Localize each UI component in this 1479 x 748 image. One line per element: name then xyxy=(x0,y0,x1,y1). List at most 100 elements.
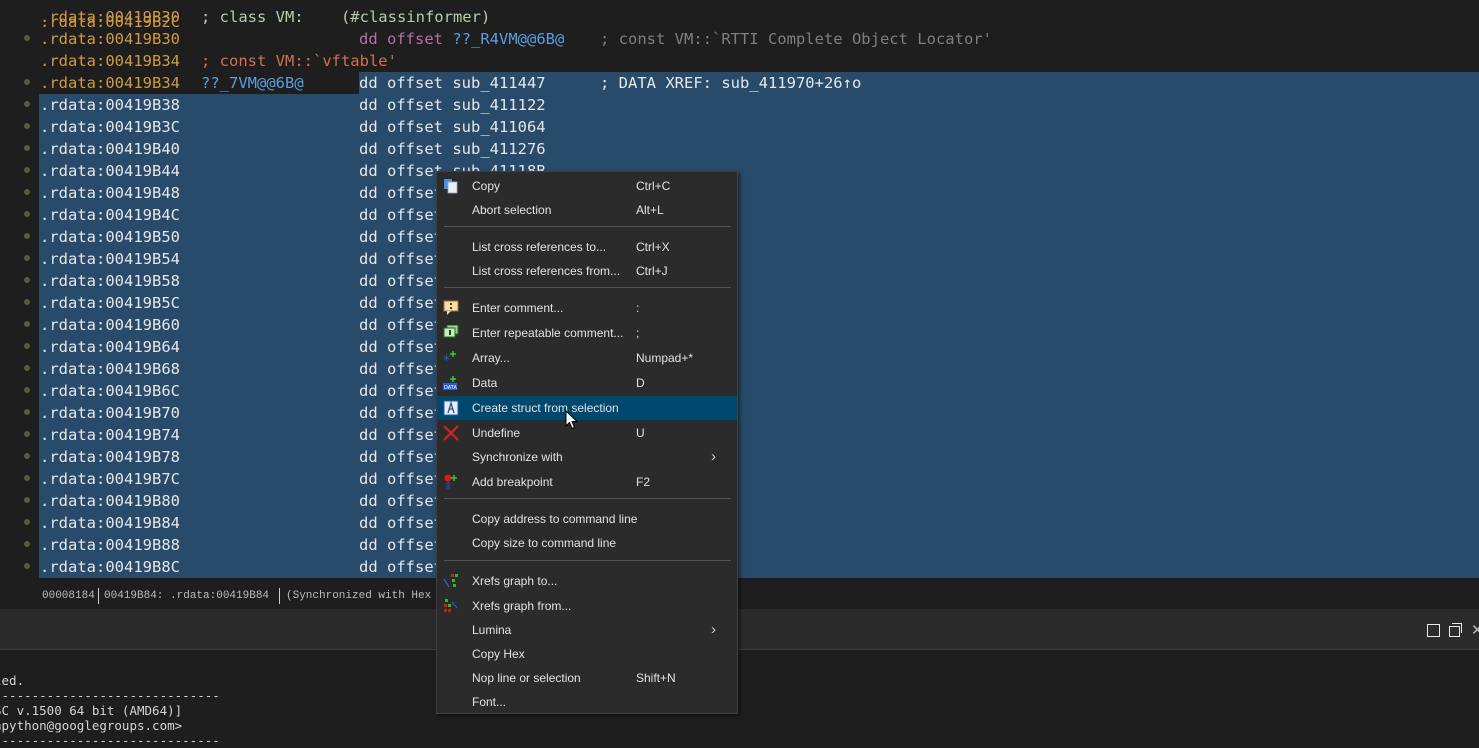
instruction[interactable]: dd offset xyxy=(359,424,443,446)
instruction[interactable]: dd offset sub_411122 xyxy=(359,94,546,116)
instruction[interactable]: dd offset xyxy=(359,534,443,556)
address: .rdata:00419B78 xyxy=(40,448,180,466)
disasm-line[interactable]: .rdata:00419B4C dd offset xyxy=(0,204,1479,226)
instruction[interactable]: dd offset xyxy=(359,468,443,490)
disasm-line[interactable]: .rdata:00419B48 dd offset xyxy=(0,182,1479,204)
instruction[interactable]: dd offset xyxy=(359,204,443,226)
menu-item-data[interactable]: DATA Data D xyxy=(437,371,737,395)
instruction[interactable]: dd offset xyxy=(359,380,443,402)
menu-item-label: Copy xyxy=(472,179,501,193)
instruction[interactable]: dd offset xyxy=(359,358,443,380)
close-icon[interactable]: ✕ xyxy=(1471,621,1479,639)
instruction[interactable]: dd offset xyxy=(359,314,443,336)
disasm-line[interactable]: .rdata:00419B60 dd offset xyxy=(0,314,1479,336)
svg-text:DATA: DATA xyxy=(444,385,457,391)
disasm-line[interactable]: .rdata:00419B34 ; const VM::`vftable' xyxy=(0,50,1479,72)
current-address: 00419B84: .rdata:00419B84 xyxy=(104,590,270,602)
status-separator xyxy=(279,588,280,604)
float-icon[interactable] xyxy=(1449,623,1462,637)
address: .rdata:00419B8C xyxy=(40,558,180,576)
menu-item-label: Nop line or selection xyxy=(472,671,581,685)
disasm-line[interactable]: .rdata:00419B84 dd offset xyxy=(0,512,1479,534)
disasm-line[interactable]: .rdata:00419B78 dd offset xyxy=(0,446,1479,468)
maximize-icon[interactable] xyxy=(1427,624,1440,637)
label[interactable]: ; class VM: (#classinformer) xyxy=(201,6,490,28)
disasm-line[interactable]: .rdata:00419B50 dd offset xyxy=(0,226,1479,248)
menu-item-font[interactable]: Font... xyxy=(437,690,737,714)
instruction[interactable]: dd offset xyxy=(359,556,443,578)
disasm-line[interactable]: .rdata:00419B8C dd offset xyxy=(0,556,1479,578)
menu-item-copy-size-to-command-line[interactable]: Copy size to command line xyxy=(437,531,737,555)
disasm-line[interactable]: .rdata:00419B44dd offset sub_41118B xyxy=(0,160,1479,182)
disasm-line[interactable]: .rdata:00419B30 ; class VM: (#classinform… xyxy=(0,6,1479,28)
menu-item-lumina[interactable]: Lumina › xyxy=(437,618,737,642)
instruction[interactable]: dd offset xyxy=(359,248,443,270)
menu-item-list-cross-references-to[interactable]: List cross references to... Ctrl+X xyxy=(437,235,737,259)
disasm-line[interactable]: .rdata:00419B6C dd offset xyxy=(0,380,1479,402)
menu-item-copy-address-to-command-line[interactable]: Copy address to command line xyxy=(437,507,737,531)
instruction[interactable]: dd offset xyxy=(359,270,443,292)
address: .rdata:00419B30 xyxy=(40,30,180,48)
label[interactable]: ; const VM::`vftable' xyxy=(201,50,397,72)
label[interactable]: ??_7VM@@6B@ xyxy=(201,72,304,94)
menu-item-shortcut: ; xyxy=(636,326,640,340)
instruction[interactable]: dd offset xyxy=(359,292,443,314)
output-window[interactable]: led. ------------------------------ SC v… xyxy=(0,650,1479,748)
menu-item-xrefs-graph-from[interactable]: Xrefs graph from... xyxy=(437,594,737,618)
menu-item-list-cross-references-from[interactable]: List cross references from... Ctrl+J xyxy=(437,259,737,283)
disasm-line[interactable]: .rdata:00419B88 dd offset xyxy=(0,534,1479,556)
menu-item-label: Lumina xyxy=(472,623,512,637)
menu-item-shortcut: Ctrl+J xyxy=(636,264,668,278)
selection-highlight xyxy=(39,270,1479,292)
disasm-line[interactable]: .rdata:00419B38 dd offset sub_411122 xyxy=(0,94,1479,116)
instruction[interactable]: dd offset xyxy=(359,490,443,512)
line-bullet-icon xyxy=(24,453,30,459)
instruction[interactable]: dd offset xyxy=(359,226,443,248)
menu-item-nop-line-or-selection[interactable]: Nop line or selection Shift+N xyxy=(437,666,737,690)
chevron-right-icon: › xyxy=(711,448,716,465)
instruction[interactable]: dd offset sub_411064 xyxy=(359,116,546,138)
menu-item-abort-selection[interactable]: Abort selection Alt+L xyxy=(437,198,737,222)
disasm-line[interactable]: .rdata:00419B54 dd offset xyxy=(0,248,1479,270)
selection-highlight xyxy=(39,556,1479,578)
menu-item-array[interactable]: * Array... Numpad+* xyxy=(437,346,737,370)
disasm-line[interactable]: .rdata:00419B58 dd offset xyxy=(0,270,1479,292)
menu-item-add-breakpoint[interactable]: Add breakpoint F2 xyxy=(437,470,737,494)
line-bullet-icon xyxy=(24,211,30,217)
menu-item-create-struct-from-selection[interactable]: Create struct from selection xyxy=(437,396,737,420)
disasm-line[interactable]: .rdata:00419B5C dd offset xyxy=(0,292,1479,314)
menu-item-copy-hex[interactable]: Copy Hex xyxy=(437,642,737,666)
disasm-line[interactable]: .rdata:00419B64 dd offset xyxy=(0,336,1479,358)
instruction[interactable]: dd offset xyxy=(359,182,443,204)
instruction[interactable]: dd offset sub_411276 xyxy=(359,138,546,160)
menu-item-xrefs-graph-to[interactable]: Xrefs graph to... xyxy=(437,569,737,593)
disasm-line[interactable]: .rdata:00419B74 dd offset xyxy=(0,424,1479,446)
address: .rdata:00419B74 xyxy=(40,426,180,444)
selection-highlight xyxy=(39,182,1479,204)
menu-item-synchronize-with[interactable]: Synchronize with › xyxy=(437,445,737,469)
disasm-line[interactable]: .rdata:00419B70 dd offset xyxy=(0,402,1479,424)
menu-item-undefine[interactable]: Undefine U xyxy=(437,421,737,445)
disasm-line[interactable]: .rdata:00419B30 dd offset ??_R4VM@@6B@ ; c… xyxy=(0,28,1479,50)
disasm-line[interactable]: .rdata:00419B68 dd offset xyxy=(0,358,1479,380)
status-bar: 00008184 00419B84: .rdata:00419B84 (Sync… xyxy=(0,584,1479,608)
instruction[interactable]: dd offset xyxy=(359,336,443,358)
menu-item-enter-repeatable-comment[interactable]: Enter repeatable comment...; xyxy=(437,321,737,345)
disassembly-view[interactable]: .rdata:00419B2C .rdata:00419B30; class V… xyxy=(0,0,1479,578)
disasm-line[interactable]: .rdata:00419B34 ??_7VM@@6B@ dd offset sub_… xyxy=(0,72,1479,94)
instruction[interactable]: dd offset xyxy=(359,512,443,534)
menu-item-enter-comment[interactable]: Enter comment...: xyxy=(437,296,737,320)
disasm-line[interactable]: .rdata:00419B80 dd offset xyxy=(0,490,1479,512)
instruction[interactable]: dd offset sub_411447 xyxy=(359,72,546,94)
disasm-line[interactable]: .rdata:00419B3C dd offset sub_411064 xyxy=(0,116,1479,138)
operand-name[interactable]: ??_R4VM@@6B@ xyxy=(452,30,564,48)
disasm-line[interactable]: .rdata:00419B40 dd offset sub_411276 xyxy=(0,138,1479,160)
selection-highlight xyxy=(39,94,1479,116)
instruction[interactable]: dd offset xyxy=(359,402,443,424)
menu-item-shortcut: Ctrl+X xyxy=(636,240,670,254)
menu-item-label: List cross references to... xyxy=(472,240,607,254)
disasm-line[interactable]: .rdata:00419B7C dd offset xyxy=(0,468,1479,490)
instruction[interactable]: dd offset xyxy=(359,446,443,468)
menu-item-copy[interactable]: Copy Ctrl+C xyxy=(437,174,737,198)
address: .rdata:00419B88 xyxy=(40,536,180,554)
